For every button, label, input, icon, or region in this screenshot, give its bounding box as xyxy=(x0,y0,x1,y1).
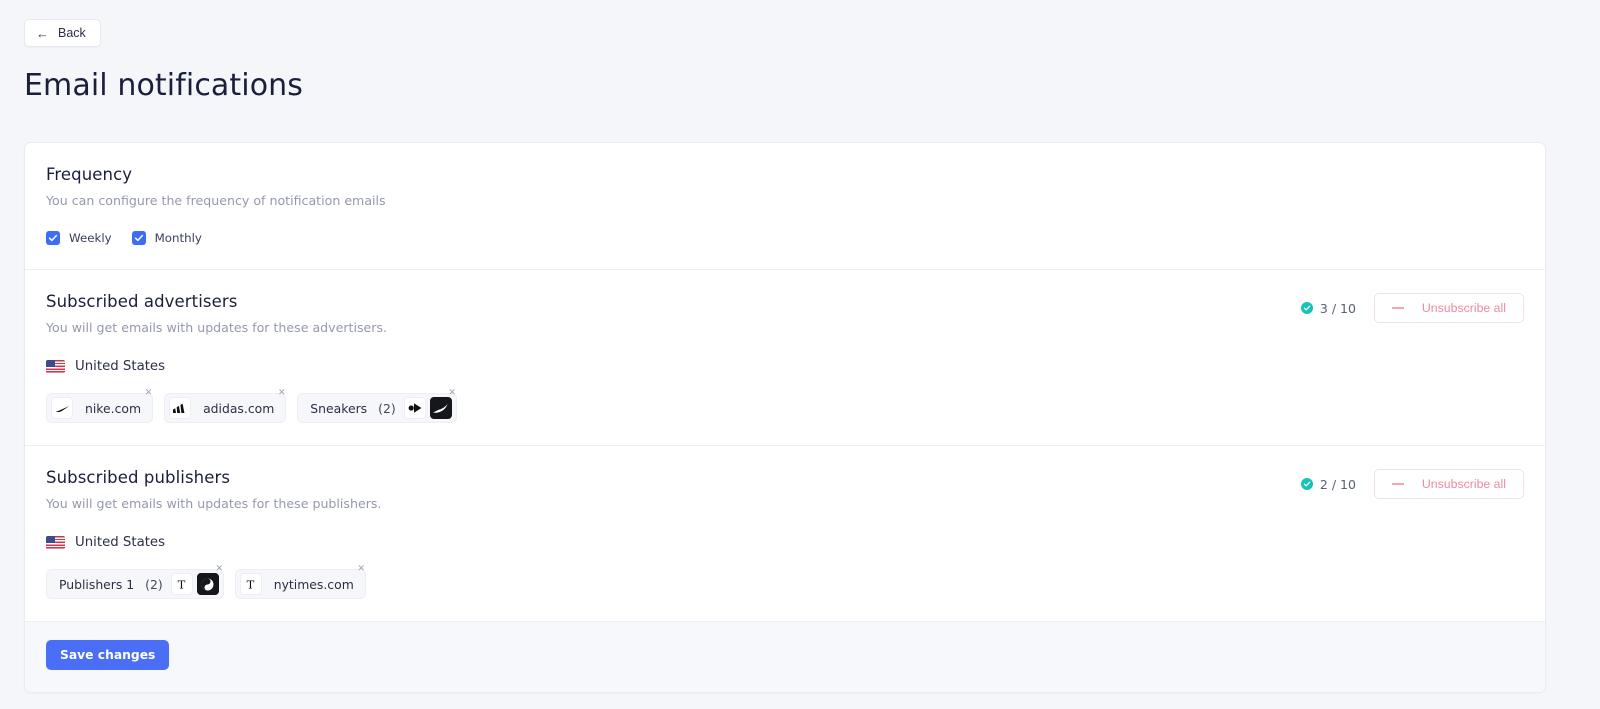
publisher-chip[interactable]: Publishers 1 (2) T ✕ xyxy=(46,565,224,599)
nyt-logo-icon: T xyxy=(239,573,262,595)
advertiser-chip[interactable]: nike.com ✕ xyxy=(46,389,154,423)
publishers-subtitle: You will get emails with updates for the… xyxy=(46,496,382,511)
publisher-chip-label: nytimes.com xyxy=(273,576,354,592)
advertisers-unsubscribe-all-label: Unsubscribe all xyxy=(1421,301,1506,315)
nyt-logo-icon: T xyxy=(170,573,193,595)
subscribed-publishers-section: Subscribed publishers You will get email… xyxy=(25,446,1545,622)
close-icon[interactable]: ✕ xyxy=(213,563,226,576)
publishers-unsubscribe-all-label: Unsubscribe all xyxy=(1421,477,1506,491)
publishers-header-actions: 2 / 10 Unsubscribe all xyxy=(1300,469,1524,499)
frequency-header: Frequency You can configure the frequenc… xyxy=(46,165,1524,208)
publisher-chip[interactable]: T nytimes.com ✕ xyxy=(234,565,366,599)
card-footer: Save changes xyxy=(25,622,1545,692)
minus-icon xyxy=(1391,307,1404,309)
puma-logo-icon xyxy=(429,397,452,419)
svg-text:T: T xyxy=(178,577,186,591)
adidas-logo-icon xyxy=(169,397,192,419)
publishers-chip-list: Publishers 1 (2) T ✕ T nytimes.com ✕ xyxy=(46,565,1524,599)
email-notifications-card: Frequency You can configure the frequenc… xyxy=(24,142,1546,693)
advertisers-header: Subscribed advertisers You will get emai… xyxy=(46,292,1524,335)
advertisers-title: Subscribed advertisers xyxy=(46,292,238,311)
publishers-unsubscribe-all-button[interactable]: Unsubscribe all xyxy=(1373,469,1524,499)
publisher-chip-label: Publishers 1 xyxy=(59,576,135,592)
frequency-section: Frequency You can configure the frequenc… xyxy=(25,143,1545,270)
minus-icon xyxy=(1391,483,1404,485)
advertiser-chip-label: Sneakers xyxy=(310,400,368,416)
yinyang-logo-icon xyxy=(196,573,219,595)
arrow-left-icon: ← xyxy=(36,25,49,41)
close-icon[interactable]: ✕ xyxy=(446,387,459,400)
subscribed-advertisers-section: Subscribed advertisers You will get emai… xyxy=(25,270,1545,446)
advertisers-counter-label: 3 / 10 xyxy=(1319,300,1356,316)
close-icon[interactable]: ✕ xyxy=(142,387,155,400)
advertisers-header-actions: 3 / 10 Unsubscribe all xyxy=(1300,293,1524,323)
frequency-option-monthly[interactable]: Monthly xyxy=(131,231,202,245)
advertiser-chip[interactable]: Sneakers (2) ✕ xyxy=(297,389,457,423)
advertiser-chip-count: (2) xyxy=(378,400,396,416)
publishers-counter-label: 2 / 10 xyxy=(1319,476,1356,492)
frequency-subtitle: You can configure the frequency of notif… xyxy=(46,193,386,208)
frequency-options: Weekly Monthly xyxy=(46,231,1524,245)
advertisers-subtitle: You will get emails with updates for the… xyxy=(46,320,388,335)
flag-us-icon xyxy=(46,536,65,549)
checkbox-checked-icon[interactable] xyxy=(131,231,146,245)
publishers-counter: 2 / 10 xyxy=(1300,476,1356,492)
publisher-chip-count: (2) xyxy=(145,576,163,592)
advertisers-chip-list: nike.com ✕ adidas.com ✕ Sneakers (2) ✕ xyxy=(46,389,1524,423)
close-icon[interactable]: ✕ xyxy=(275,387,288,400)
frequency-option-label: Monthly xyxy=(154,231,202,245)
advertisers-counter: 3 / 10 xyxy=(1300,300,1356,316)
back-button-label: Back xyxy=(58,26,86,40)
nike-logo-icon xyxy=(51,397,73,419)
check-circle-icon xyxy=(1300,478,1313,490)
advertisers-country-row: United States xyxy=(46,359,1524,374)
frequency-title: Frequency xyxy=(46,165,133,184)
page-title: Email notifications xyxy=(24,68,304,103)
arrow-badge-logo-icon xyxy=(403,397,426,419)
frequency-option-weekly[interactable]: Weekly xyxy=(46,231,112,245)
advertiser-chip-label: nike.com xyxy=(85,400,142,416)
advertiser-chip[interactable]: adidas.com ✕ xyxy=(164,389,287,423)
flag-us-icon xyxy=(46,360,65,373)
advertiser-chip-label: adidas.com xyxy=(203,400,275,416)
back-button[interactable]: ← Back xyxy=(24,19,101,47)
publishers-title: Subscribed publishers xyxy=(46,468,231,487)
close-icon[interactable]: ✕ xyxy=(355,563,368,576)
svg-text:T: T xyxy=(247,577,255,591)
advertisers-unsubscribe-all-button[interactable]: Unsubscribe all xyxy=(1373,293,1524,323)
publishers-header: Subscribed publishers You will get email… xyxy=(46,468,1524,511)
check-circle-icon xyxy=(1300,302,1313,314)
publishers-country-row: United States xyxy=(46,535,1524,550)
frequency-option-label: Weekly xyxy=(69,231,112,245)
advertisers-country-label: United States xyxy=(75,359,166,374)
save-changes-button[interactable]: Save changes xyxy=(46,640,170,670)
publishers-country-label: United States xyxy=(75,535,166,550)
checkbox-checked-icon[interactable] xyxy=(46,231,60,245)
